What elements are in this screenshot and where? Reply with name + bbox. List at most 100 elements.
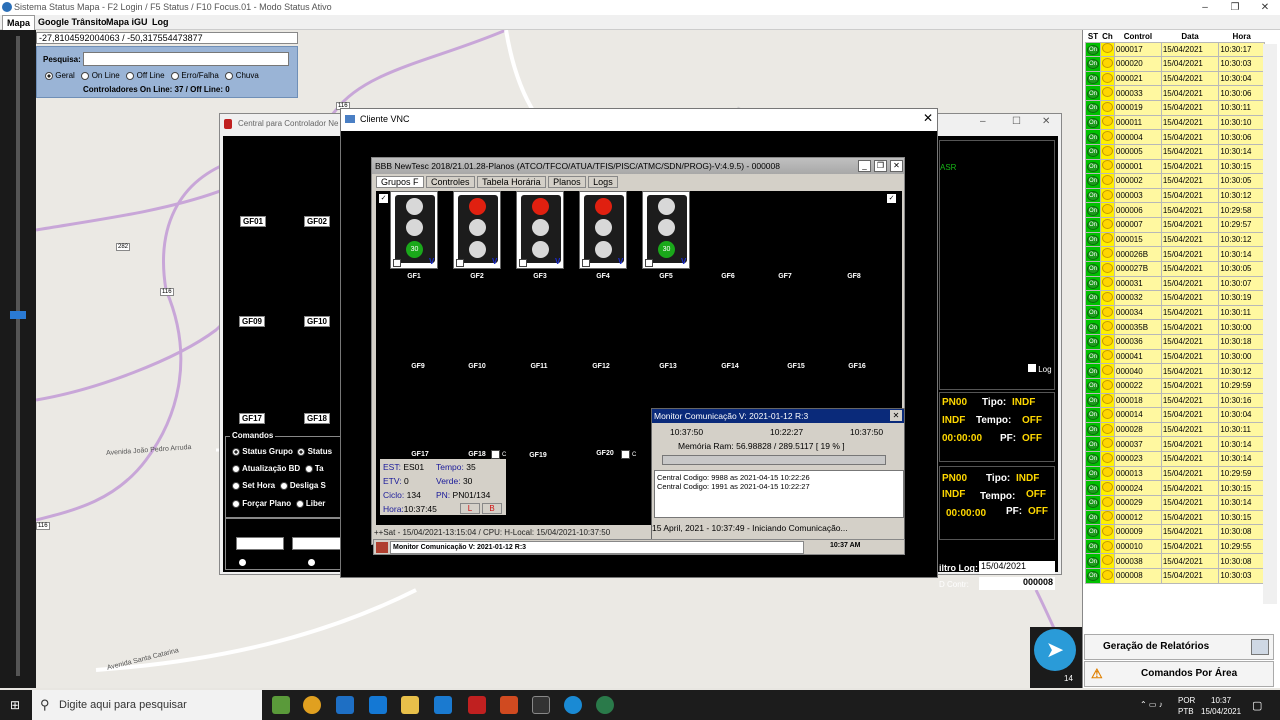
light-checkbox[interactable] <box>456 259 464 267</box>
tab-grupos-f[interactable]: Grupos F <box>376 176 424 188</box>
header-control[interactable]: Control <box>1114 32 1162 42</box>
controller-row[interactable]: On 000019 15/04/2021 10:30:11 <box>1085 100 1265 116</box>
l-button[interactable]: L <box>460 503 480 514</box>
tab-planos[interactable]: Planos <box>548 176 586 188</box>
controller-row[interactable]: On 000008 15/04/2021 10:30:03 <box>1085 568 1265 584</box>
comando-set-hora-radio[interactable] <box>232 481 240 490</box>
b-button[interactable]: B <box>482 503 502 514</box>
tray-icons[interactable]: ⌃ ▭ ♪ <box>1140 700 1163 709</box>
controller-row[interactable]: On 000024 15/04/2021 10:30:15 <box>1085 480 1265 496</box>
menu-mapa-igu[interactable]: Mapa iGU <box>102 15 152 30</box>
app-icon-orange[interactable] <box>500 696 518 714</box>
search-input[interactable] <box>83 52 289 66</box>
light-checkbox[interactable] <box>645 259 653 267</box>
log-checkbox[interactable] <box>1028 364 1036 372</box>
remote-maximize-button[interactable]: ❐ <box>874 160 887 172</box>
controller-row[interactable]: On 000037 15/04/2021 10:30:14 <box>1085 436 1265 452</box>
controller-row[interactable]: On 000022 15/04/2021 10:29:59 <box>1085 377 1265 394</box>
param-date-input[interactable] <box>292 537 344 550</box>
controller-row[interactable]: On 000031 15/04/2021 10:30:07 <box>1085 275 1265 292</box>
app-icon-taskview[interactable] <box>272 696 290 714</box>
controller-row[interactable]: On 000011 15/04/2021 10:30:10 <box>1085 114 1265 131</box>
app-icon-red[interactable] <box>468 696 486 714</box>
telegram-widget[interactable]: ➤ 14 <box>1030 627 1082 688</box>
tab-tabela-horaria[interactable]: Tabela Horária <box>477 176 546 188</box>
contr-value[interactable]: 000008 <box>979 577 1055 590</box>
traffic-light-gf3[interactable]: V <box>516 191 564 269</box>
comandos-area-button[interactable]: ⚠ Comandos Por Área <box>1084 661 1274 687</box>
monitor-close-button[interactable]: ✕ <box>890 410 902 421</box>
controller-row[interactable]: On 000032 15/04/2021 10:30:19 <box>1085 290 1265 306</box>
traffic-light-gf2[interactable]: V <box>453 191 501 269</box>
remote-minimize-button[interactable]: _ <box>858 160 871 172</box>
controller-row[interactable]: On 000005 15/04/2021 10:30:14 <box>1085 143 1265 160</box>
header-ch[interactable]: Ch <box>1100 32 1115 42</box>
edge-icon[interactable] <box>336 696 354 714</box>
gf-label[interactable]: GF10 <box>457 363 497 370</box>
light-checkbox[interactable] <box>582 259 590 267</box>
gf-label[interactable]: GF6 <box>708 273 748 280</box>
gf-label[interactable]: GF13 <box>648 363 688 370</box>
gf18-checkbox[interactable] <box>491 450 500 459</box>
controller-row[interactable]: On 000001 15/04/2021 10:30:15 <box>1085 158 1265 175</box>
ie-icon[interactable] <box>369 696 387 714</box>
controller-row[interactable]: On 000036 15/04/2021 10:30:18 <box>1085 334 1265 350</box>
controller-row[interactable]: On 000013 15/04/2021 10:29:59 <box>1085 465 1265 482</box>
mail-icon[interactable] <box>434 696 452 714</box>
remote-close-button[interactable]: ✕ <box>890 160 903 172</box>
controller-row[interactable]: On 000026B 15/04/2021 10:30:14 <box>1085 246 1265 262</box>
tab-logs[interactable]: Logs <box>588 176 618 188</box>
light-checkbox[interactable] <box>519 259 527 267</box>
gf-label[interactable]: GF8 <box>834 273 874 280</box>
gf-label[interactable]: GF9 <box>398 363 438 370</box>
terminal-icon[interactable] <box>532 696 550 714</box>
traffic-light-gf4[interactable]: V <box>579 191 627 269</box>
group-box[interactable]: GF02 <box>304 216 331 227</box>
gf-label[interactable]: GF15 <box>776 363 816 370</box>
select-all-checkbox[interactable]: ✓ <box>379 194 388 203</box>
gf-label[interactable]: GF11 <box>519 363 559 370</box>
controller-row[interactable]: On 000009 15/04/2021 10:30:08 <box>1085 524 1265 540</box>
controller-row[interactable]: On 000012 15/04/2021 10:30:15 <box>1085 509 1265 526</box>
comando-status-radio[interactable] <box>297 447 306 456</box>
folder-icon[interactable] <box>401 696 419 714</box>
map-app-icon[interactable] <box>596 696 614 714</box>
controller-row[interactable]: On 000038 15/04/2021 10:30:08 <box>1085 553 1265 569</box>
gf-label[interactable]: GF19 <box>518 452 558 459</box>
comando-desliga-radio[interactable] <box>279 481 288 490</box>
gf-label[interactable]: GF16 <box>837 363 877 370</box>
header-data[interactable]: Data <box>1161 32 1219 42</box>
close-button[interactable]: ✕ <box>1250 0 1280 15</box>
group-box[interactable]: GF10 <box>304 316 331 327</box>
group-box[interactable]: GF18 <box>304 413 331 424</box>
gf20-checkbox[interactable] <box>621 450 630 459</box>
gf-label[interactable]: GF7 <box>765 273 805 280</box>
group-box[interactable]: GF09 <box>239 316 266 327</box>
comando-ta-radio[interactable] <box>304 464 313 473</box>
group-box[interactable]: GF17 <box>239 413 266 424</box>
controller-row[interactable]: On 000018 15/04/2021 10:30:16 <box>1085 392 1265 409</box>
controller-row[interactable]: On 000007 15/04/2021 10:29:57 <box>1085 217 1265 233</box>
controller-row[interactable]: On 000040 15/04/2021 10:30:12 <box>1085 363 1265 379</box>
chrome-icon[interactable] <box>303 696 321 714</box>
vnc-icon-taskbar[interactable] <box>564 696 582 714</box>
filter-chuva-radio[interactable] <box>225 71 234 80</box>
controller-row[interactable]: On 000020 15/04/2021 10:30:03 <box>1085 56 1265 72</box>
controller-row[interactable]: On 000027B 15/04/2021 10:30:05 <box>1085 260 1265 277</box>
gf-label[interactable]: GF20 <box>585 450 625 457</box>
gf-label[interactable]: GF12 <box>581 363 621 370</box>
menu-mapa[interactable]: Mapa <box>2 15 36 30</box>
controller-row[interactable]: On 000002 15/04/2021 10:30:05 <box>1085 173 1265 189</box>
filter-offline-radio[interactable] <box>126 71 135 80</box>
controller-row[interactable]: On 000041 15/04/2021 10:30:00 <box>1085 348 1265 365</box>
central-maximize-button[interactable]: ☐ <box>1012 116 1021 127</box>
comando-atualizacao-radio[interactable] <box>232 464 240 473</box>
controller-row[interactable]: On 000035B 15/04/2021 10:30:00 <box>1085 319 1265 335</box>
comando-status-grupo-radio[interactable] <box>232 447 240 456</box>
comando-forcar-plano-radio[interactable] <box>232 499 240 508</box>
param-select[interactable] <box>236 537 284 550</box>
menu-log[interactable]: Log <box>148 15 173 30</box>
controller-row[interactable]: On 000003 15/04/2021 10:30:12 <box>1085 187 1265 204</box>
filtro-log-date[interactable]: 15/04/2021 <box>979 561 1055 574</box>
vnc-screen[interactable]: BBB NewTesc 2018/21.01.28-Planos (ATCO/T… <box>341 131 937 577</box>
